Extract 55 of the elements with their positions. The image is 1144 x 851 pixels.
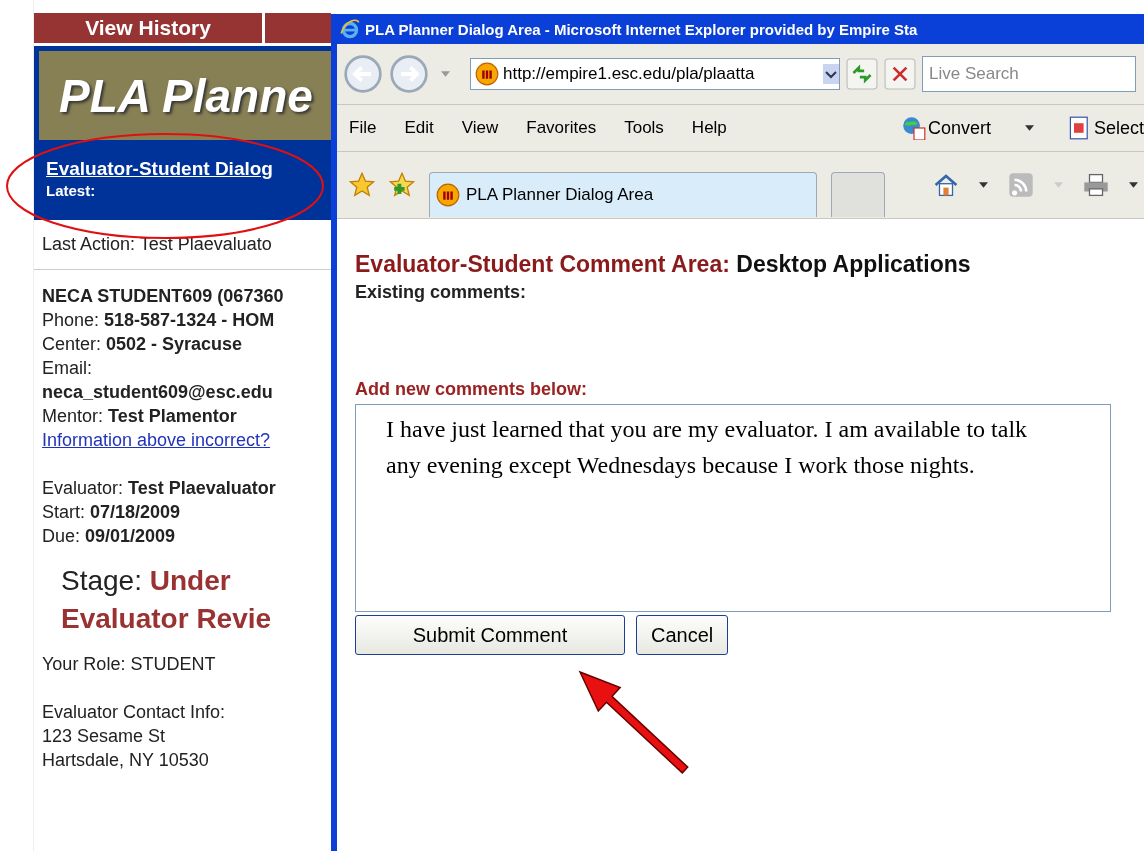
browser-logo-icon [339,18,361,40]
printer-icon[interactable] [1083,172,1109,198]
caret-icon[interactable] [1024,125,1034,131]
site-icon [475,62,499,86]
address-field[interactable]: http://empire1.esc.edu/pla/plaatta [470,58,840,90]
menu-item[interactable]: Favorites [526,118,597,138]
submit-button[interactable]: Submit Comment [355,615,625,655]
info-value: neca_student609@esc.edu [42,381,273,404]
existing-comments-label: Existing comments: [355,282,528,303]
add-comment-label: Add new comments below: [355,379,589,400]
contact-line: 123 Sesame St [42,725,166,748]
logo-text: PLA Planne [59,68,313,123]
dropdown-icon[interactable] [823,61,839,87]
comment-area-heading: Evaluator-Student Comment Area: Desktop Applications [355,251,972,278]
close-icon[interactable] [884,58,916,90]
refresh-icon[interactable] [846,58,878,90]
info-line: Evaluator: Test Plaevaluator [42,477,276,500]
info-line: Phone: 518-587-1324 - HOM [42,309,275,332]
browser-tab[interactable] [831,171,885,217]
menu-item[interactable]: File [349,118,377,138]
window-title: PLA Planner Dialog Area - Microsoft Internet Explorer provided by Empire Sta [365,20,918,38]
star-icon[interactable] [349,172,375,198]
info-label: Email: [42,357,92,380]
menu-item[interactable]: Edit [404,118,434,138]
search-field[interactable]: Live Search [922,56,1136,92]
info-line: Center: 0502 - Syracuse [42,333,243,356]
view-history-tab[interactable]: View History [34,13,262,43]
info-line: Start: 07/18/2009 [42,501,181,524]
globe-document-icon [901,116,926,140]
add-favorite-icon[interactable] [389,172,415,198]
info-line: Mentor: Test Plamentor [42,405,237,428]
site-icon [436,182,460,207]
convert-button[interactable]: Convert [901,116,991,140]
cancel-button[interactable]: Cancel [636,615,729,655]
feed-icon[interactable] [1008,172,1034,198]
back-icon[interactable] [343,54,383,94]
stage-text: Stage: Under Evaluator Revie [60,564,273,636]
latest-label: Latest: [46,182,96,199]
dialog-link[interactable]: Evaluator-Student Dialog [46,158,319,180]
menu-item[interactable]: Help [691,118,727,138]
student-name: NECA STUDENT609 (067360 [42,285,284,308]
role-text: Your Role: STUDENT [42,653,216,676]
menu-item[interactable]: Tools [624,118,664,138]
info-line: Due: 09/01/2009 [42,525,176,548]
info-incorrect-link[interactable]: Information above incorrect? [42,430,271,450]
home-icon[interactable] [933,172,959,198]
select-button[interactable]: Select [1067,116,1144,140]
caret-icon[interactable] [1129,182,1138,188]
comment-field[interactable]: I have just learned that you are my evaluator. I am available to talk any evening except Wednesdays because I work those nights. [355,404,1111,612]
menu-item[interactable]: View [461,118,499,138]
caret-icon[interactable] [979,182,988,188]
browser-tab[interactable]: PLA Planner Dialog Area [429,171,817,217]
contact-line: Evaluator Contact Info: [42,701,226,724]
contact-line: Hartsdale, NY 10530 [42,749,209,772]
forward-icon[interactable] [389,54,429,94]
